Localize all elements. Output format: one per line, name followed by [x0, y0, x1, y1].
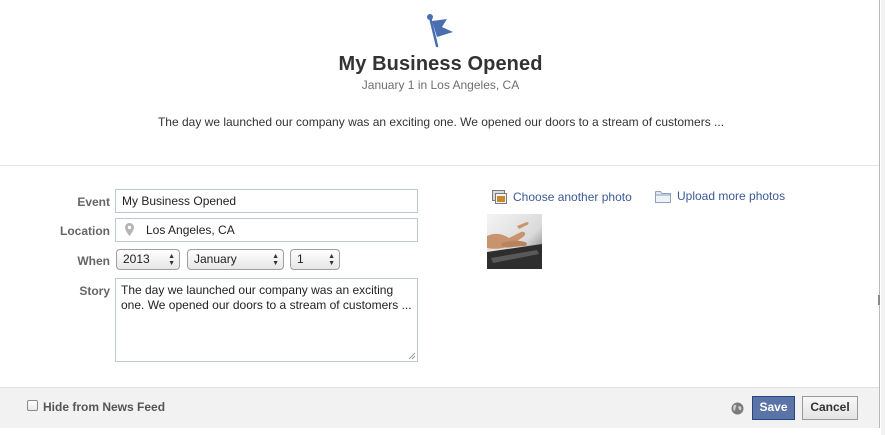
event-photo-thumbnail[interactable]	[487, 214, 542, 269]
when-label: When	[77, 254, 110, 268]
event-label: Event	[77, 195, 110, 209]
choose-photo-link[interactable]: Choose another photo	[492, 189, 632, 204]
save-button[interactable]: Save	[752, 396, 795, 420]
year-select-value: 2013	[123, 252, 150, 266]
select-arrows-icon: ▲ ▼	[328, 253, 335, 267]
select-arrows-icon: ▲ ▼	[168, 253, 175, 267]
story-text: The day we launched our company was an e…	[121, 283, 412, 312]
location-label: Location	[60, 224, 110, 238]
story-textarea[interactable]: The day we launched our company was an e…	[115, 278, 418, 362]
life-event-dialog: My Business Opened January 1 in Los Ange…	[0, 0, 880, 428]
year-select[interactable]: 2013 ▲ ▼	[116, 249, 180, 270]
event-subtitle: January 1 in Los Angeles, CA	[361, 78, 520, 92]
upload-photos-link[interactable]: Upload more photos	[655, 189, 785, 203]
event-header: My Business Opened January 1 in Los Ange…	[0, 0, 879, 166]
hide-from-news-feed-checkbox[interactable]	[27, 400, 38, 411]
page-edge	[881, 0, 885, 435]
location-input[interactable]: Los Angeles, CA	[115, 218, 418, 242]
month-select-value: January	[194, 252, 237, 266]
event-description: The day we launched our company was an e…	[157, 115, 725, 129]
month-select[interactable]: January ▲ ▼	[187, 249, 284, 270]
choose-photo-label: Choose another photo	[513, 189, 632, 204]
map-pin-icon	[125, 223, 134, 236]
flag-icon	[427, 14, 453, 48]
upload-photos-label: Upload more photos	[677, 189, 786, 203]
event-input[interactable]: My Business Opened	[115, 189, 418, 213]
event-title: My Business Opened	[338, 53, 543, 75]
story-label: Story	[79, 284, 110, 298]
day-select-value: 1	[297, 252, 304, 266]
day-select[interactable]: 1 ▲ ▼	[290, 249, 340, 270]
hide-from-news-feed-label[interactable]: Hide from News Feed	[43, 400, 165, 414]
cancel-button[interactable]: Cancel	[802, 396, 858, 420]
dialog-footer: Hide from News Feed Save Cancel	[0, 387, 879, 428]
select-arrows-icon: ▲ ▼	[272, 253, 279, 267]
folder-icon	[655, 190, 671, 203]
photo-frame-icon	[492, 190, 507, 204]
scroll-indicator	[878, 295, 880, 305]
resize-grip-icon[interactable]	[408, 352, 416, 360]
globe-icon[interactable]	[731, 402, 744, 415]
